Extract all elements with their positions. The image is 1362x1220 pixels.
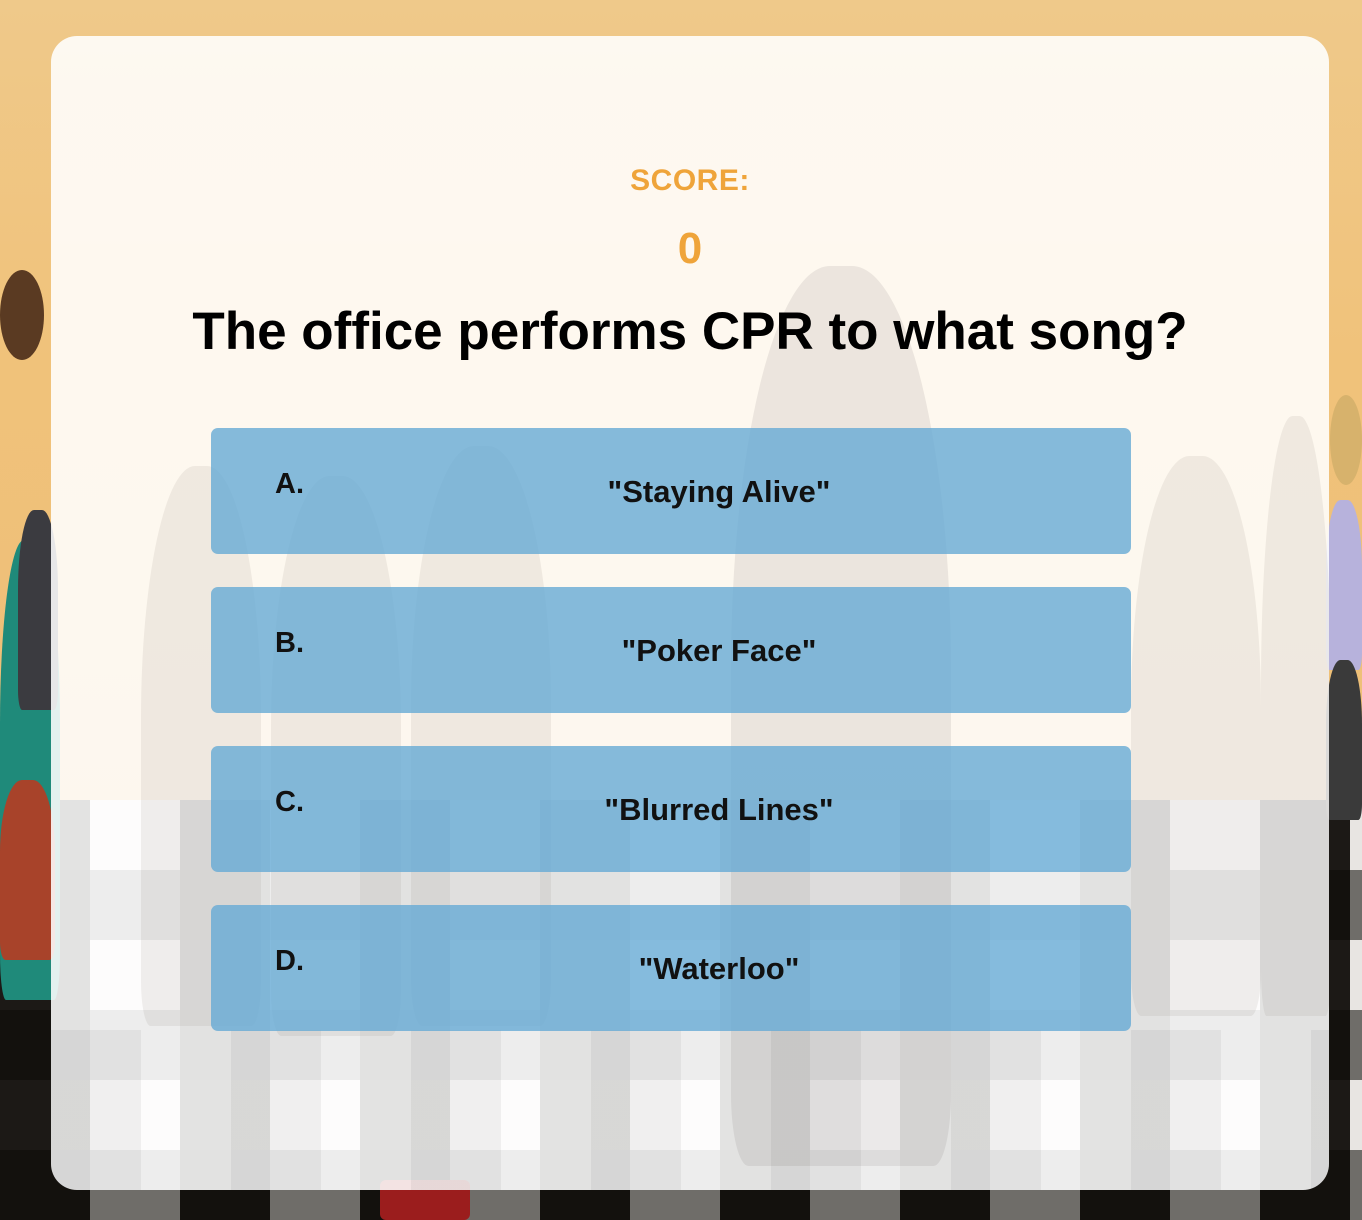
answer-button-d[interactable]: D. "Waterloo" bbox=[211, 905, 1131, 1031]
background-figure bbox=[1326, 500, 1362, 670]
answer-button-b[interactable]: B. "Poker Face" bbox=[211, 587, 1131, 713]
answer-text: "Poker Face" bbox=[621, 633, 817, 668]
background-figure bbox=[0, 780, 55, 960]
answer-button-c[interactable]: C. "Blurred Lines" bbox=[211, 746, 1131, 872]
background-figure bbox=[1330, 395, 1362, 485]
background-figure bbox=[1326, 660, 1362, 820]
answer-text: "Staying Alive" bbox=[607, 474, 831, 509]
question-text: The office performs CPR to what song? bbox=[192, 302, 1188, 361]
answer-list: A. "Staying Alive" B. "Poker Face" C. "B… bbox=[211, 428, 1131, 1064]
answer-button-a[interactable]: A. "Staying Alive" bbox=[211, 428, 1131, 554]
quiz-card: SCORE: 0 The office performs CPR to what… bbox=[51, 36, 1329, 1190]
background-figure bbox=[0, 270, 44, 360]
score-label: SCORE: bbox=[630, 164, 750, 197]
answer-text: "Blurred Lines" bbox=[604, 792, 834, 827]
score-value: 0 bbox=[677, 224, 703, 273]
answer-text: "Waterloo" bbox=[638, 951, 800, 986]
